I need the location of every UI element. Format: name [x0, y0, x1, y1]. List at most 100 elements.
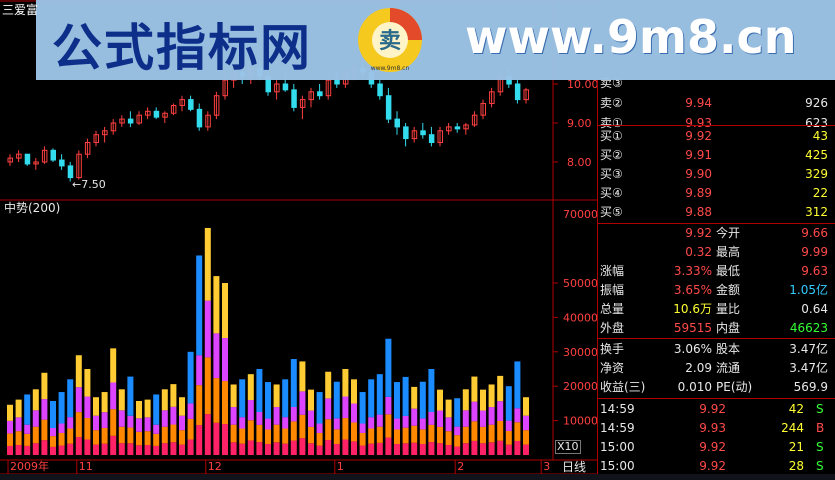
volume-bar-segment	[144, 417, 151, 432]
cell: 内盘	[716, 321, 741, 335]
cell: 22	[812, 186, 828, 200]
cell: 买③	[600, 167, 623, 181]
candle-body	[334, 79, 340, 85]
price-tick-label: 8.00	[567, 156, 592, 169]
volume-bar-segment	[24, 445, 31, 455]
stat-row: 总量 10.6万 量比 0.64	[598, 300, 835, 319]
volume-bar-segment	[15, 445, 22, 455]
volume-bar-segment	[514, 440, 521, 455]
volume-bar-segment	[368, 428, 375, 444]
volume-tick-label: 50000	[563, 277, 597, 290]
volume-bar-segment	[308, 443, 314, 455]
volume-bar-segment	[437, 443, 443, 455]
volume-bar-segment	[213, 378, 220, 423]
volume-bar-segment	[316, 392, 323, 424]
volume-bar-segment	[7, 420, 13, 434]
candle-body	[24, 153, 31, 165]
cell: PE(动)	[716, 380, 753, 394]
volume-bar-segment	[523, 444, 529, 455]
cell: 10.6万	[673, 302, 712, 316]
volume-bar-segment	[480, 443, 486, 455]
volume-bar-segment	[187, 418, 194, 440]
volume-bar-segment	[514, 361, 521, 409]
volume-bar-segment	[247, 400, 254, 421]
candle-body	[127, 118, 134, 124]
cell: 9.88	[685, 205, 712, 219]
volume-bar-segment	[523, 397, 529, 416]
stat-row: 9.92 今开 9.66	[598, 224, 835, 243]
candle-body	[454, 126, 461, 130]
volume-bars	[7, 227, 529, 455]
volume-bar-segment	[247, 440, 254, 455]
volume-bar-segment	[84, 439, 91, 455]
volume-bar-segment	[75, 387, 82, 413]
volume-bar-segment	[161, 389, 168, 411]
volume-bar-segment	[488, 407, 495, 425]
volume-bar-segment	[256, 442, 263, 455]
bottom-scroll-bar[interactable]	[0, 474, 835, 480]
volume-bar-segment	[170, 384, 177, 407]
volume-bar-segment	[523, 415, 529, 431]
volume-bar-segment	[67, 428, 74, 444]
candle-body	[282, 83, 289, 91]
cell: 312	[805, 205, 828, 219]
volume-bar-segment	[127, 427, 134, 444]
panel-divider	[598, 125, 835, 126]
volume-bar-segment	[308, 426, 314, 444]
cell: 买⑤	[600, 205, 623, 219]
volume-bar-segment	[454, 426, 461, 436]
volume-bar-segment	[15, 431, 22, 446]
stat-row: 0.32 最高 9.99	[598, 243, 835, 262]
volume-bar-segment	[359, 423, 366, 433]
volume-bar-segment	[299, 438, 306, 455]
volume-bar-segment	[32, 443, 39, 455]
cell: 9.92	[685, 226, 712, 240]
volume-bar-segment	[419, 429, 426, 445]
volume-bar-segment	[7, 433, 13, 446]
candle-body	[514, 83, 521, 101]
volume-bar-segment	[480, 410, 486, 427]
volume-bar-segment	[247, 374, 254, 401]
volume-bar-segment	[153, 445, 160, 455]
finance-row: 换手 3.06% 股本 3.47亿	[598, 340, 835, 359]
cell: 15:00	[600, 440, 635, 454]
tick-row: 14:59 9.92 42 S	[598, 400, 835, 419]
volume-bar-segment	[153, 433, 160, 446]
volume-bar-segment	[411, 425, 418, 443]
volume-bar-segment	[101, 427, 108, 444]
volume-bar-segment	[179, 415, 185, 431]
volume-bar-segment	[161, 410, 168, 427]
candle-body	[196, 108, 203, 128]
cell: 9.93	[699, 421, 726, 435]
volume-bar-segment	[93, 415, 99, 431]
cell: 3.47亿	[789, 342, 828, 356]
volume-bar-segment	[428, 369, 435, 412]
tick-row: 15:00 9.92 21 S	[598, 438, 835, 457]
volume-bar-segment	[290, 359, 297, 408]
volume-bar-segment	[110, 435, 117, 455]
volume-bar-segment	[204, 300, 211, 358]
stock-name: 三爱富	[2, 3, 39, 17]
volume-top-tick-label: 70000	[563, 208, 597, 221]
indicator-label[interactable]: 中势(200)	[4, 199, 60, 216]
volume-bar-segment	[445, 399, 452, 418]
cell: B	[816, 421, 825, 435]
volume-bar-segment	[299, 391, 306, 415]
volume-bar-segment	[230, 384, 237, 408]
cell: 926	[805, 96, 828, 110]
volume-bar-segment	[136, 445, 142, 455]
volume-bar-segment	[153, 424, 160, 434]
volume-bar-segment	[196, 355, 203, 386]
candle-body	[188, 99, 194, 110]
volume-bar-segment	[75, 355, 82, 388]
stat-row: 涨幅 3.33% 最低 9.63	[598, 262, 835, 281]
volume-bar-segment	[256, 369, 263, 412]
volume-bar-segment	[256, 412, 263, 425]
volume-bar-segment	[75, 437, 82, 455]
volume-bar-segment	[385, 414, 392, 438]
volume-bar-segment	[24, 424, 31, 434]
volume-bar-segment	[118, 389, 125, 411]
volume-bar-segment	[273, 442, 280, 455]
volume-bar-segment	[222, 338, 228, 382]
period-label[interactable]: 日线	[562, 458, 586, 475]
